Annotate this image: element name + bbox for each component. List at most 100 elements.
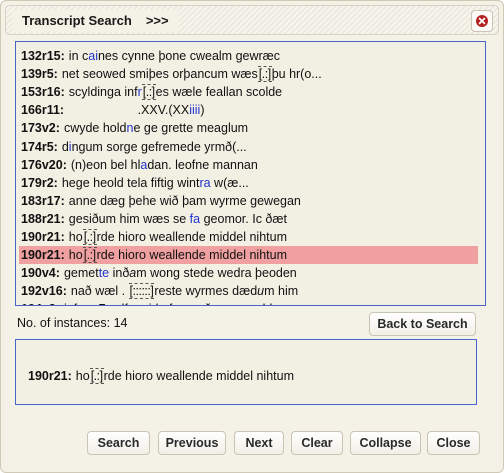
result-text: ho[.:]rde hioro weallende middel nihtum xyxy=(68,247,287,263)
text-segment: in c xyxy=(68,49,89,63)
result-row[interactable]: 173v2: cwyde holdne ge grette meaglum xyxy=(19,119,478,137)
text-segment: dan. leofne mannan xyxy=(147,158,258,172)
search-button[interactable]: Search xyxy=(87,431,150,455)
result-reference: 179r2: xyxy=(21,176,58,190)
result-row[interactable]: 176v20: (n)eon bel hladan. leofne mannan xyxy=(19,156,478,174)
text-segment: inð xyxy=(109,266,130,280)
result-row[interactable]: 179r2: hege heold tela fiftig wintra w(æ.… xyxy=(19,174,478,192)
text-segment: anne dæg þehe wið þam wyrme gewegan xyxy=(68,194,301,208)
result-row[interactable]: 188r21: gesiðum him wæs se fa geomor. Ic … xyxy=(19,210,478,228)
close-button[interactable]: Close xyxy=(427,431,480,455)
clear-button[interactable]: Clear xyxy=(291,431,343,455)
text-segment: net seowed smiþes orþancum wæs xyxy=(61,67,258,81)
damage-marker: [::::::] xyxy=(128,283,155,299)
text-segment: ngum sorge gefremede yrmð(... xyxy=(71,140,247,154)
result-reference: 190v4: xyxy=(21,266,60,280)
result-row[interactable]: 174r5: dingum sorge gefremede yrmð(... xyxy=(19,138,478,156)
result-text: hege heold tela fiftig wintra w(æ... xyxy=(62,176,249,190)
text-segment: iofore 7wulfe mid ofer maðm xyxy=(64,302,222,305)
result-text: ho[.:]rde hioro weallende middel nihtum xyxy=(68,229,287,245)
close-icon-button[interactable] xyxy=(471,10,493,32)
text-segment: geomor. Ic ðæt xyxy=(200,212,287,226)
result-reference: 190r21: xyxy=(21,248,65,262)
result-reference: 188r21: xyxy=(21,212,65,226)
result-row[interactable]: 183r17: anne dæg þehe wið þam wyrme geweg… xyxy=(19,192,478,210)
result-text: gemette inðam wong stede wedra þeoden xyxy=(64,266,297,280)
result-text: .XXV.(XXiiii) xyxy=(68,103,205,117)
result-reference: 139r5: xyxy=(21,67,58,81)
text-segment: gesiðum him wæs se xyxy=(68,212,190,226)
text-segment: hege heold tela fiftig wint xyxy=(61,176,200,190)
text-segment: ho xyxy=(68,248,83,262)
title-arrows: >>> xyxy=(145,13,169,28)
close-icon xyxy=(476,15,488,27)
text-segment: ho xyxy=(75,369,90,383)
title-text: Transcript Search xyxy=(22,13,132,28)
result-row-selected[interactable]: 190r21: ho[.:]rde hioro weallende middel … xyxy=(19,246,478,264)
text-segment: rde hioro weallende middel nihtum xyxy=(103,369,294,383)
result-row[interactable]: 190r21: ho[.:]rde hioro weallende middel … xyxy=(19,228,478,246)
result-reference: 194v3: xyxy=(21,300,60,305)
text-segment: d xyxy=(61,140,69,154)
text-segment: gemet xyxy=(63,266,99,280)
instances-label: No. of instances: xyxy=(17,316,111,330)
damage-marker: [.:] xyxy=(89,368,104,384)
text-segment: (n)eon bel hl xyxy=(70,158,141,172)
text-segment: nes cynne þone cwealm gewræc xyxy=(97,49,281,63)
result-text: gesiðum him wæs se fa geomor. Ic ðæt xyxy=(69,212,287,226)
result-reference: 174r5: xyxy=(21,140,58,154)
preview-line: 190r21: ho[.:]rde hioro weallende middel … xyxy=(28,368,294,384)
result-text: iofore 7wulfe mid ofer maðmum sealde xyxy=(64,302,280,305)
text-segment: fa xyxy=(189,212,201,226)
result-reference: 132r15: xyxy=(21,49,65,63)
results-list[interactable]: 132r15: in caines cynne þone cwealm gewræ… xyxy=(15,41,486,306)
text-segment: rde hioro weallende middel nihtum xyxy=(96,230,287,244)
text-segment: .XXV.(XX xyxy=(68,103,190,117)
text-segment: m wong stede wedra þeoden xyxy=(136,266,297,280)
result-row[interactable]: 194v3: iofore 7wulfe mid ofer maðmum seal… xyxy=(19,300,478,305)
text-segment: ) xyxy=(200,103,205,117)
result-row[interactable]: 190v4: gemette inðam wong stede wedra þeo… xyxy=(19,264,478,282)
text-segment: ra xyxy=(199,176,211,190)
preview-reference: 190r21: xyxy=(28,369,72,383)
result-text: (n)eon bel hladan. leofne mannan xyxy=(71,158,258,172)
result-reference: 153r16: xyxy=(21,85,65,99)
collapse-button[interactable]: Collapse xyxy=(350,431,421,455)
result-reference: 190r21: xyxy=(21,230,65,244)
text-segment: þu hr(o... xyxy=(271,67,322,81)
result-text: net seowed smiþes orþancum wæs[.:]þu hr(… xyxy=(61,66,322,82)
damage-marker: [.:] xyxy=(82,229,97,245)
result-row[interactable]: 132r15: in caines cynne þone cwealm gewræ… xyxy=(19,47,478,65)
text-segment: w(æ... xyxy=(210,176,249,190)
text-segment: ho xyxy=(68,230,83,244)
damage-marker: [.:] xyxy=(82,247,97,263)
result-row[interactable]: 166r11: .XXV.(XXiiii) xyxy=(19,101,478,119)
previous-button[interactable]: Previous xyxy=(158,431,226,455)
preview-text: ho[.:]rde hioro weallende middel nihtum xyxy=(75,368,294,384)
text-segment: iiii xyxy=(189,103,201,117)
text-segment: rde hioro weallende middel nihtum xyxy=(96,248,287,262)
title-bar[interactable]: Transcript Search >>> xyxy=(5,5,499,35)
back-to-search-button[interactable]: Back to Search xyxy=(369,312,476,336)
result-reference: 192v16: xyxy=(21,284,67,298)
result-text: scyldinga infr[.:]es wæle feallan scolde xyxy=(69,84,283,100)
result-reference: 183r17: xyxy=(21,194,65,208)
result-row[interactable]: 153r16: scyldinga infr[.:]es wæle feallan… xyxy=(19,83,478,101)
text-segment: reste wyrmes dæd xyxy=(154,284,258,298)
dialog-title: Transcript Search >>> xyxy=(12,10,179,32)
text-segment: te xyxy=(98,266,110,280)
result-reference: 173v2: xyxy=(21,121,60,135)
result-reference: 176v20: xyxy=(21,158,67,172)
selected-preview: 190r21: ho[.:]rde hioro weallende middel … xyxy=(15,339,477,405)
text-segment: m him xyxy=(264,284,299,298)
text-segment: m sealde xyxy=(229,302,280,305)
damage-marker: [.:] xyxy=(141,84,156,100)
damage-marker: [.:] xyxy=(257,66,272,82)
text-segment: cwyde hold xyxy=(63,121,127,135)
next-button[interactable]: Next xyxy=(234,431,284,455)
text-segment: es wæle feallan scolde xyxy=(155,85,283,99)
result-row[interactable]: 192v16: nað wæl . [::::::]reste wyrmes dæ… xyxy=(19,282,478,300)
result-row[interactable]: 139r5: net seowed smiþes orþancum wæs[.:]… xyxy=(19,65,478,83)
result-reference: 166r11: xyxy=(21,103,65,117)
text-segment: ai xyxy=(88,49,98,63)
